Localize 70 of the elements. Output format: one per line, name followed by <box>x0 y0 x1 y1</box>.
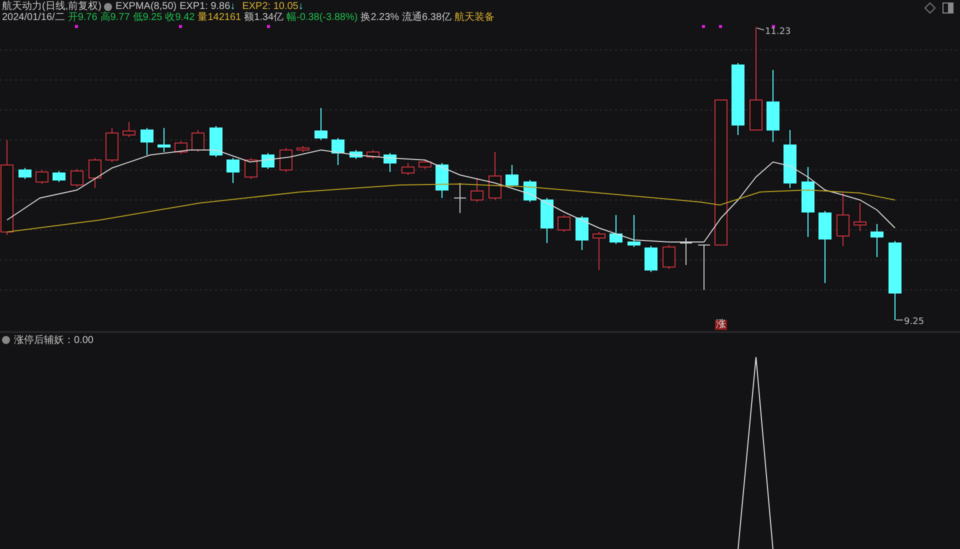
candlestick <box>854 202 866 232</box>
candlestick <box>576 216 588 250</box>
candlestick <box>506 164 518 188</box>
quote-field: 幅-0.38(-3.88%) <box>286 12 358 23</box>
candlestick <box>366 150 380 160</box>
candlestick <box>18 168 32 180</box>
candlestick <box>402 162 414 176</box>
candlestick <box>140 128 154 156</box>
quote-field: 流通6.38亿 <box>402 12 452 23</box>
down-arrow-icon: ↓ <box>298 1 304 12</box>
low-price-label: 9.25 <box>904 317 924 327</box>
candlestick <box>436 162 448 198</box>
candlestick <box>88 158 102 188</box>
quote-field: 额1.34亿 <box>244 12 284 23</box>
diamond-icon[interactable] <box>924 2 936 14</box>
candlestick <box>592 232 606 270</box>
candlestick <box>384 152 396 172</box>
candlestick <box>662 244 676 270</box>
candlestick <box>332 138 344 166</box>
candlestick <box>698 244 710 290</box>
candlestick <box>314 108 328 140</box>
quote-field: 收9.42 <box>165 12 195 23</box>
candlestick <box>70 168 84 188</box>
leader-line <box>756 28 764 30</box>
chart-title: 航天动力(日线,前复权) <box>2 1 102 12</box>
candlestick <box>226 158 240 184</box>
settings-icon[interactable] <box>104 2 112 10</box>
candlestick <box>210 126 222 158</box>
indicator-value: 涨停后辅妖：0.00 <box>14 334 94 347</box>
candlestick <box>802 166 814 238</box>
settings-icon[interactable] <box>2 336 10 344</box>
quote-field: 2024/01/16/二 <box>2 12 65 23</box>
candlestick <box>52 170 66 182</box>
indicator-name: EXPMA(8,50) <box>115 1 177 12</box>
candlestick <box>244 158 258 180</box>
candlestick <box>488 152 502 200</box>
candlestick <box>836 192 850 246</box>
candlestick <box>262 152 274 170</box>
quote-field: 低9.25 <box>132 12 162 23</box>
candlestick <box>296 146 310 152</box>
candlestick <box>644 246 658 272</box>
candlestick <box>106 128 118 162</box>
down-arrow-icon: ↓ <box>230 1 236 12</box>
candlestick <box>350 150 362 160</box>
quote-field: 高9.77 <box>100 12 130 23</box>
indicator-value: EXP1: 9.86 <box>180 1 230 12</box>
candlestick <box>122 122 136 138</box>
indicator-value: EXP2: 10.05 <box>242 1 298 12</box>
quote-field: 换2.23% <box>360 12 400 23</box>
candlestick <box>784 130 796 188</box>
candlestick <box>870 224 884 258</box>
candlestick <box>610 214 622 244</box>
quote-field: 航天装备 <box>454 12 495 23</box>
candlestick <box>192 130 204 152</box>
quote-field: 量142161 <box>198 12 242 23</box>
candlestick <box>540 198 554 244</box>
candlestick <box>418 160 432 170</box>
candlestick <box>280 148 292 172</box>
high-price-label: 11.23 <box>765 27 791 37</box>
candlestick <box>680 238 692 266</box>
candlestick <box>470 178 484 202</box>
candlestick <box>36 170 48 184</box>
candlestick <box>158 128 170 152</box>
limit-up-badge: 涨 <box>715 320 727 330</box>
panel-icon[interactable] <box>942 2 954 14</box>
candlestick <box>174 140 188 154</box>
candlestick <box>628 214 640 248</box>
quote-field: 开9.76 <box>68 12 98 23</box>
candlestick <box>454 182 466 214</box>
candlestick <box>558 214 570 232</box>
